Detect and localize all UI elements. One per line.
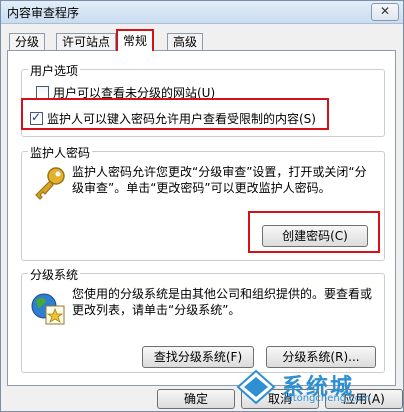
tab-ratings[interactable]: 分级 <box>9 33 46 50</box>
title-bar: 内容审查程序 ✕ <box>1 1 403 24</box>
globe-certificate-icon <box>31 293 65 325</box>
watermark-logo-icon <box>236 369 276 405</box>
tab-general[interactable]: 常规 <box>116 29 155 51</box>
user-options-title: 用户选项 <box>28 62 81 79</box>
supervisor-password-description: 监护人密码允许您更改“分级审查”设置，打开或关闭“分级审查”。单击“更改密码”可… <box>72 165 367 195</box>
rating-systems-title: 分级系统 <box>28 266 81 283</box>
rating-systems-description: 您使用的分级系统是由其他公司和组织提供的。要查看或更改列表，请单击“分级系统”。 <box>72 287 373 317</box>
content-advisor-dialog: 内容审查程序 ✕ 分级 许可站点 常规 高级 用户选项 用户可以查看未分级的网站… <box>0 0 404 412</box>
window-title: 内容审查程序 <box>7 6 80 20</box>
find-rating-systems-button[interactable]: 查找分级系统(F) <box>142 346 254 368</box>
watermark: 系统城 xitongcheng.com <box>234 367 399 407</box>
supervisor-password-title: 监护人密码 <box>28 144 93 161</box>
highlight-box-button <box>248 211 380 253</box>
highlight-box-option <box>21 98 329 130</box>
tab-panel-general: 用户选项 用户可以查看未分级的网站(U) 监护人可以键入密码允许用户查看受限制的… <box>7 50 396 386</box>
tab-approved-sites[interactable]: 许可站点 <box>56 33 117 50</box>
ok-button[interactable]: 确定 <box>157 389 235 409</box>
watermark-subtext: xitongcheng.com <box>284 393 371 404</box>
rating-systems-button[interactable]: 分级系统(R)... <box>266 346 376 368</box>
tab-advanced[interactable]: 高级 <box>167 33 204 50</box>
key-icon <box>35 167 65 200</box>
rating-systems-group: 分级系统 您使用的分级系统是由其他公司和组织提供的。要查看或更改列表，请单击“分… <box>21 266 385 373</box>
close-button[interactable]: ✕ <box>371 3 399 21</box>
